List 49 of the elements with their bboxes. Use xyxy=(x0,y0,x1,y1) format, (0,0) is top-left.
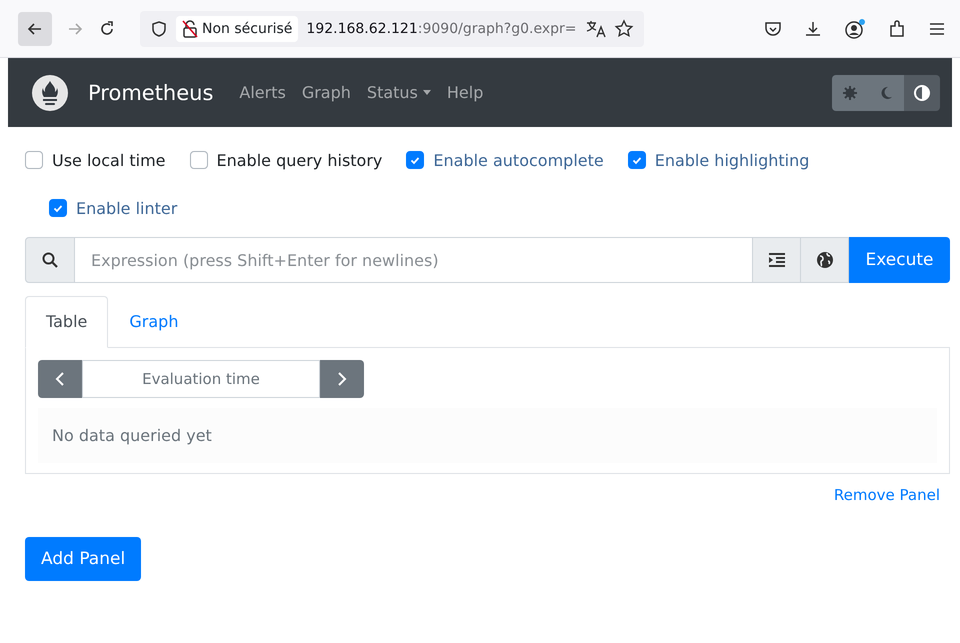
option-checkbox[interactable]: Enable autocomplete xyxy=(406,145,604,175)
pocket-icon[interactable] xyxy=(764,20,782,38)
expression-input[interactable]: Expression (press Shift+Enter for newlines) xyxy=(75,237,753,283)
checkbox[interactable] xyxy=(406,151,424,169)
evaluation-time-input[interactable]: Evaluation time xyxy=(82,360,320,398)
shield-icon xyxy=(150,20,168,38)
option-checkbox[interactable]: Use local time xyxy=(25,145,166,175)
next-button[interactable] xyxy=(320,360,364,398)
indent-icon xyxy=(768,252,786,268)
half-circle-icon xyxy=(913,84,931,102)
back-button[interactable] xyxy=(18,12,52,46)
translate-icon[interactable] xyxy=(586,20,606,38)
extensions-icon[interactable] xyxy=(888,20,906,38)
option-checkbox[interactable]: Enable query history xyxy=(190,145,382,175)
nav-link[interactable]: Graph xyxy=(294,83,359,102)
panel-tab[interactable]: Graph xyxy=(108,296,200,347)
checkbox[interactable] xyxy=(49,199,67,217)
option-checkbox[interactable]: Enable highlighting xyxy=(628,145,810,175)
remove-panel-link[interactable]: Remove Panel xyxy=(834,486,940,504)
checkbox[interactable] xyxy=(190,151,208,169)
panel-tab[interactable]: Table xyxy=(25,296,108,348)
account-icon[interactable] xyxy=(844,18,866,40)
url-text: 192.168.62.121:9090/graph?g0.expr= xyxy=(306,20,578,36)
download-icon[interactable] xyxy=(804,20,822,38)
security-indicator[interactable]: Non sécurisé xyxy=(176,16,298,42)
checkbox[interactable] xyxy=(25,151,43,169)
checkbox[interactable] xyxy=(628,151,646,169)
execute-button[interactable]: Execute xyxy=(849,237,950,283)
theme-light-button[interactable] xyxy=(832,74,868,110)
add-panel-button[interactable]: Add Panel xyxy=(25,537,142,581)
reload-icon[interactable] xyxy=(98,20,116,38)
flame-logo-icon[interactable] xyxy=(32,74,68,110)
metrics-explorer-button[interactable] xyxy=(801,237,849,283)
nav-link[interactable]: Status xyxy=(358,83,439,102)
broken-lock-icon xyxy=(182,20,198,38)
chevron-left-icon xyxy=(55,372,65,386)
theme-auto-button[interactable] xyxy=(904,74,940,110)
search-icon xyxy=(25,237,75,283)
address-bar[interactable]: Non sécurisé 192.168.62.121:9090/graph?g0.expr= xyxy=(140,10,644,46)
gear-icon xyxy=(842,84,858,100)
chevron-right-icon xyxy=(337,372,347,386)
star-icon[interactable] xyxy=(614,18,634,38)
nav-link[interactable]: Help xyxy=(438,83,492,102)
nav-link[interactable]: Alerts xyxy=(231,83,294,102)
option-checkbox[interactable]: Enable linter xyxy=(49,193,178,223)
format-button[interactable] xyxy=(753,237,801,283)
globe-icon xyxy=(816,251,834,269)
previous-button[interactable] xyxy=(38,360,82,398)
brand-title[interactable]: Prometheus xyxy=(88,80,214,104)
